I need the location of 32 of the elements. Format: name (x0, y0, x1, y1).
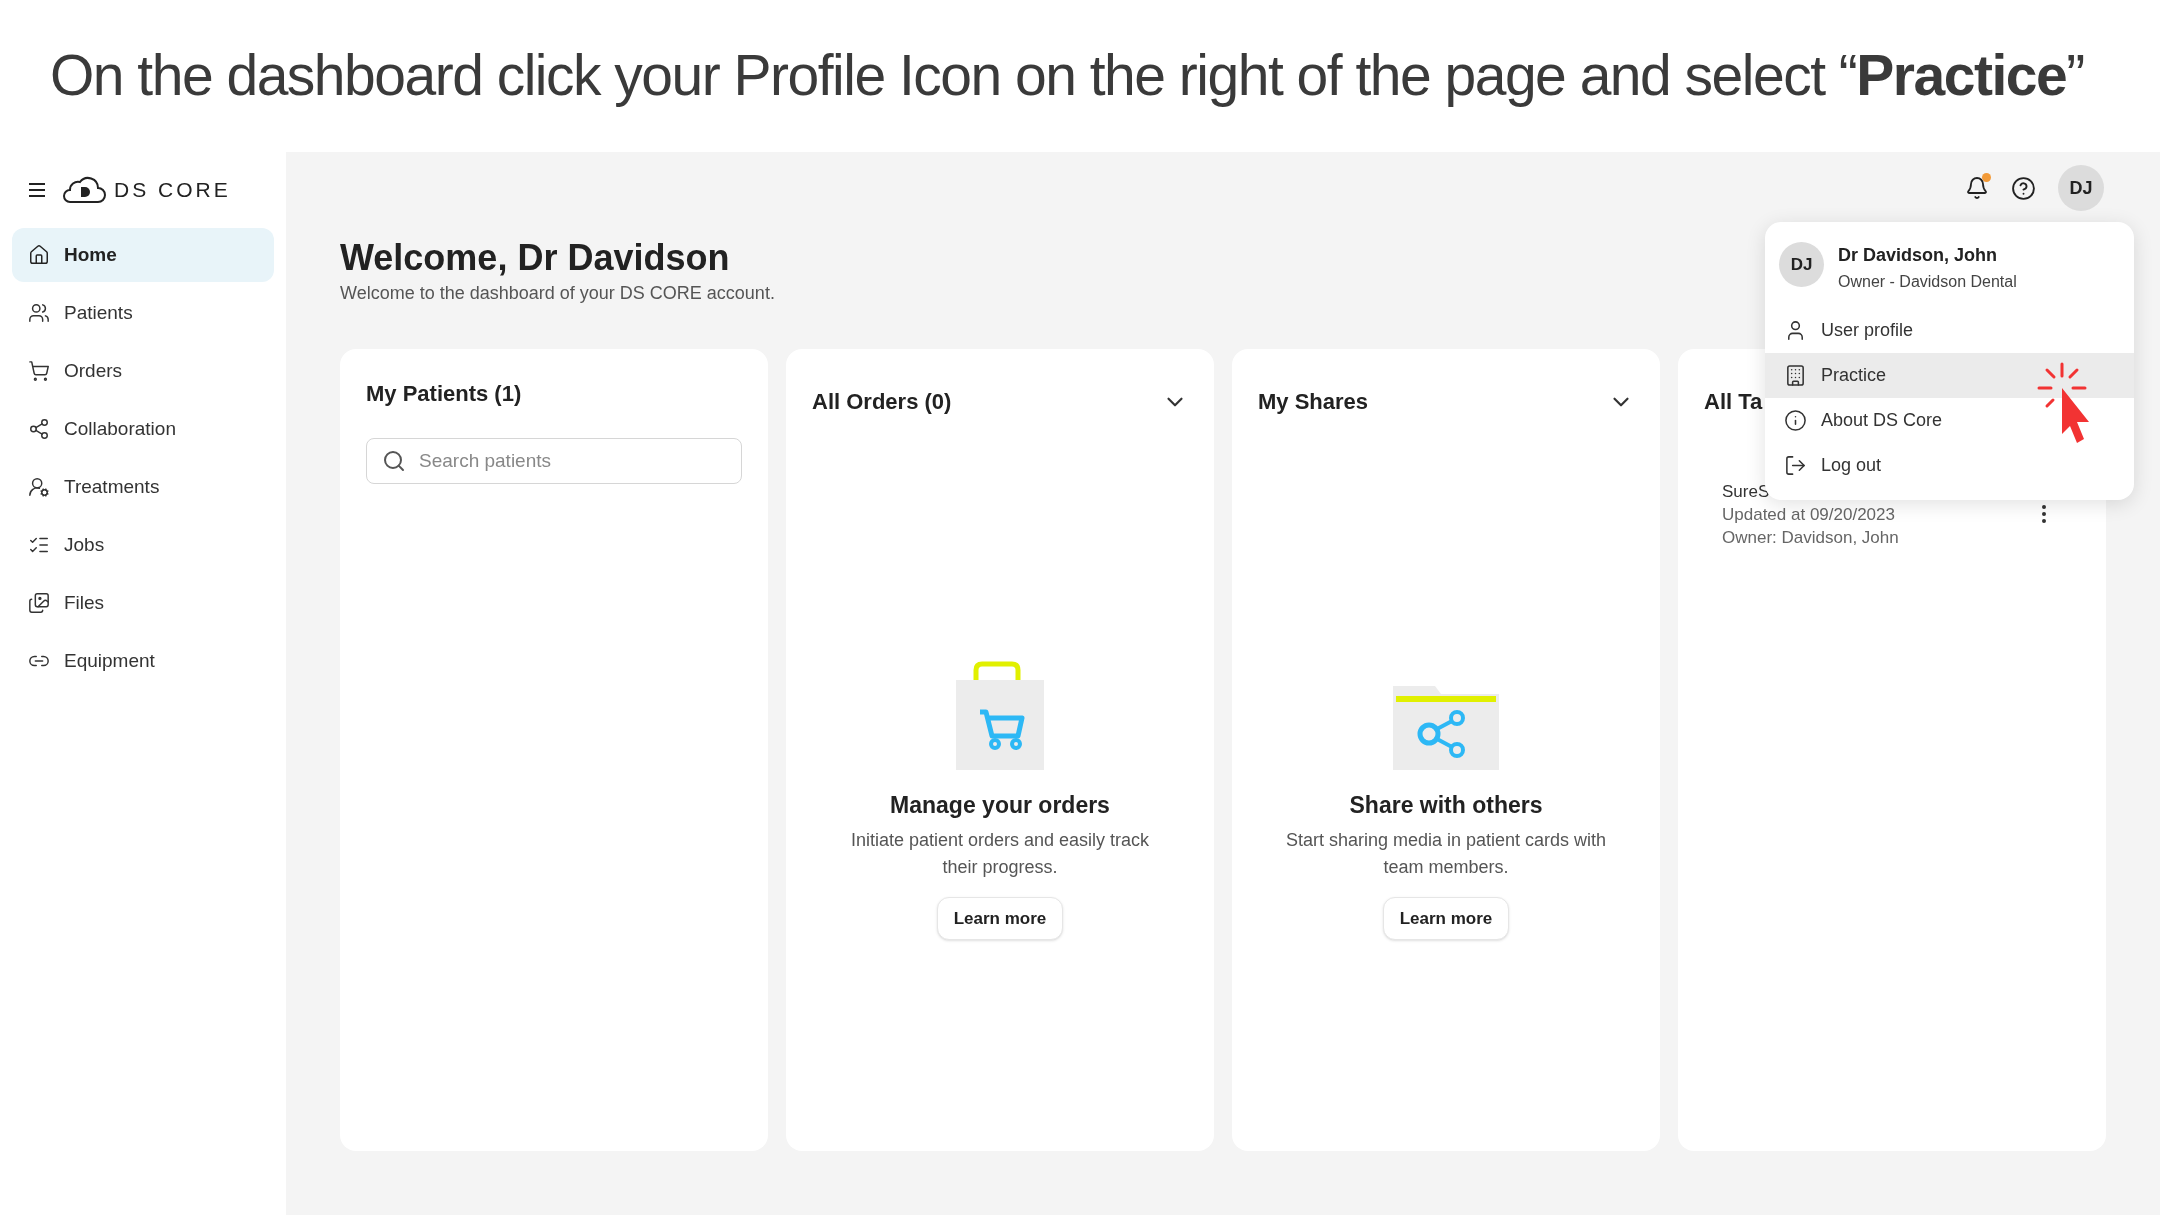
brand-name: DS CORE (114, 177, 231, 204)
sidebar-item[interactable]: Treatments (12, 460, 274, 514)
sidebar-item[interactable]: Collaboration (12, 402, 274, 456)
empty-description: Initiate patient orders and easily track their progress. (849, 828, 1151, 879)
empty-description: Start sharing media in patient cards with team members. (1284, 828, 1608, 879)
welcome-title: Welcome, Dr Davidson (340, 236, 730, 280)
welcome-subtitle: Welcome to the dashboard of your DS CORE account. (340, 282, 775, 305)
empty-heading: Share with others (1349, 791, 1543, 820)
sidebar-item[interactable]: Home (12, 228, 274, 282)
search-field[interactable]: Search patients (366, 438, 742, 484)
user-name: Dr Davidson, John (1838, 244, 1999, 267)
sidebar-item[interactable]: Files (12, 576, 274, 630)
user-role: Owner - Davidson Dental (1838, 272, 2017, 292)
card-title: All Ta (1704, 388, 1763, 416)
menu-item[interactable]: Practice (1765, 353, 2134, 398)
instruction-heading: On the dashboard click your Profile Icon on the right of the page and select “Practice” (50, 42, 2084, 110)
sidebar-item[interactable]: Orders (12, 344, 274, 398)
item-owner: Owner: Davidson, John (1722, 527, 1899, 549)
menu-item[interactable]: About DS Core (1765, 398, 2134, 443)
card-title: All Orders (0) (812, 388, 952, 416)
avatar: DJ (1779, 242, 1824, 287)
sidebar-item[interactable]: Equipment (12, 634, 274, 688)
learn-more-button[interactable]: Learn more (1382, 896, 1510, 940)
sidebar-item[interactable]: Patients (12, 286, 274, 340)
item-updated: Updated at 09/20/2023 (1722, 504, 1896, 526)
sidebar-item[interactable]: Jobs (12, 518, 274, 572)
empty-heading: Manage your orders (890, 791, 1110, 820)
menu-item[interactable]: User profile (1765, 308, 2134, 353)
card-title: My Shares (1258, 388, 1369, 416)
card-title: My Patients (1) (366, 380, 522, 408)
avatar-button[interactable]: DJ (2058, 165, 2104, 211)
learn-more-button[interactable]: Learn more (936, 896, 1064, 940)
